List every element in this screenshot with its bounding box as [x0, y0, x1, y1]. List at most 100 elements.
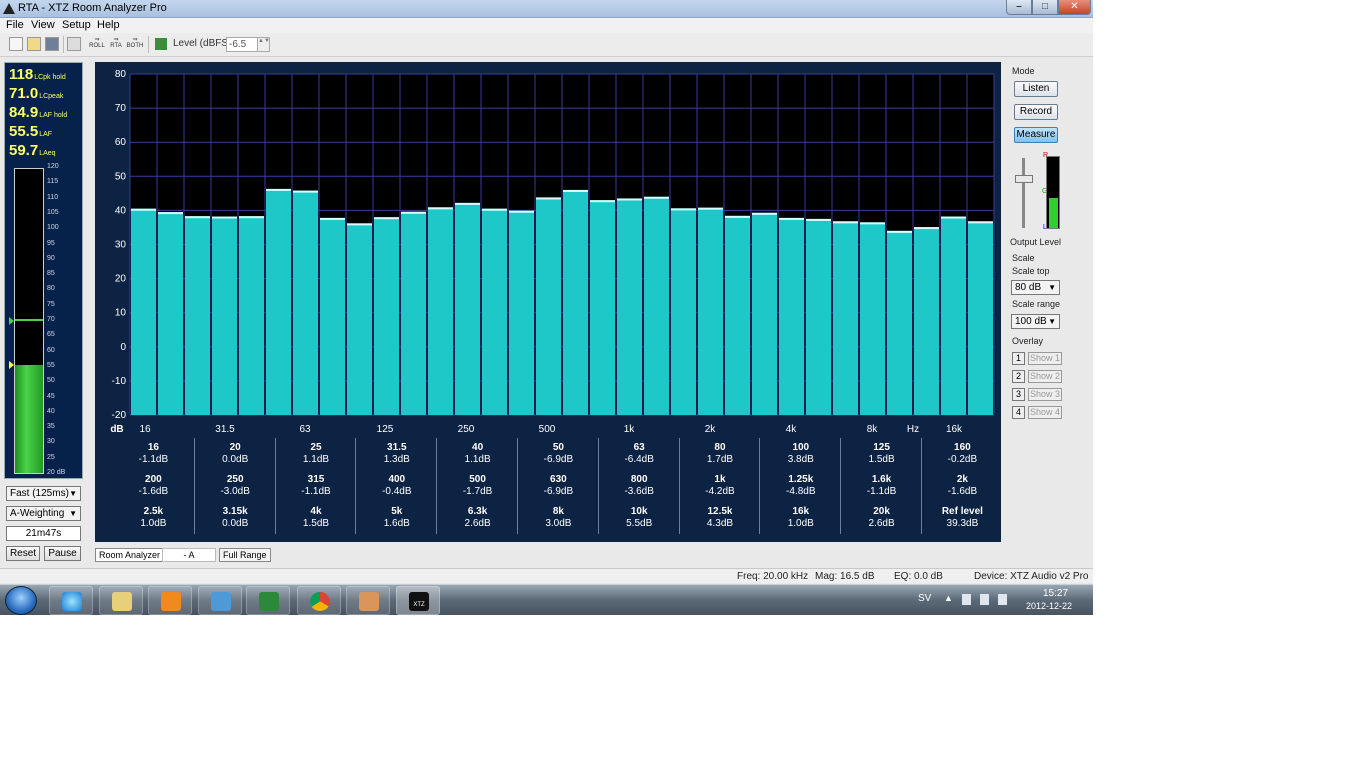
output-level-slider-track[interactable] [1022, 158, 1025, 228]
rta-bar-peak [698, 207, 723, 210]
overlay-3-show[interactable]: Show 3 [1028, 388, 1062, 401]
rta-bar [590, 200, 615, 415]
speed-select[interactable]: Fast (125ms) ▼ [6, 486, 81, 501]
roll-button[interactable]: ⇒ ROLL [88, 36, 106, 49]
band-frequency: 3.15k [222, 506, 248, 517]
lcpk-hold-name: LCpk hold [34, 74, 66, 81]
band-frequency: 400 [388, 474, 406, 485]
weighting-select[interactable]: A-Weighting ▼ [6, 506, 81, 521]
pause-button[interactable]: Pause [44, 546, 81, 561]
photo-viewer-icon [211, 592, 231, 611]
band-column: 160 -0.2dB 2k -1.6dB Ref level 39.3dB [921, 438, 1002, 534]
meter-tick-label: 35 [47, 423, 55, 431]
taskbar-ie[interactable] [49, 586, 93, 615]
tab-full-range[interactable]: Full Range [219, 548, 271, 562]
band-frequency: 5k [391, 506, 403, 517]
menu-file[interactable]: File [6, 19, 24, 31]
network-icon[interactable] [980, 594, 989, 605]
new-file-icon[interactable] [9, 37, 23, 51]
taskbar: XTZ SV ▲ 15:27 2012-12-22 [0, 584, 1093, 615]
title-bar[interactable]: RTA - XTZ Room Analyzer Pro – □ ✕ [0, 0, 1093, 18]
rta-button[interactable]: ⇒ RTA [107, 36, 125, 49]
mode-group-title: Mode [1012, 66, 1035, 76]
taskbar-media-player[interactable] [148, 586, 192, 615]
overlay-1-show[interactable]: Show 1 [1028, 352, 1062, 365]
roll-label: ROLL [89, 43, 105, 49]
overlay-4-button[interactable]: 4 [1012, 406, 1025, 419]
tray-language[interactable]: SV [918, 593, 931, 604]
volume-icon[interactable] [998, 594, 1007, 605]
overlay-4-show[interactable]: Show 4 [1028, 406, 1062, 419]
scale-top-select[interactable]: 80 dB ▼ [1011, 280, 1060, 295]
taskbar-xtz[interactable]: XTZ [396, 586, 440, 615]
band-frequency: 1k [714, 474, 726, 485]
rta-bar [644, 196, 669, 415]
taskbar-app[interactable] [346, 586, 390, 615]
band-value: 0.0dB [222, 518, 249, 529]
tray-time[interactable]: 15:27 [1043, 588, 1068, 599]
band-value-table: 16 -1.1dB 200 -1.6dB 2.5k 1.0dB 20 0.0dB 250 -3.0… [113, 438, 991, 534]
level-input[interactable]: -6.5 [226, 37, 258, 52]
listen-button[interactable]: Listen [1014, 81, 1058, 97]
tray-date[interactable]: 2012-12-22 [1026, 601, 1072, 611]
record-button[interactable]: Record [1014, 104, 1058, 120]
band-value: 2.6dB [464, 518, 491, 529]
tab-room-analyzer[interactable]: Room Analyzer [95, 548, 165, 562]
rta-bar-peak [293, 190, 318, 193]
band-column: 63 -6.4dB 800 -3.6dB 10k 5.5dB [597, 438, 679, 534]
meter-tick-label: 90 [47, 254, 55, 262]
rta-bar [239, 216, 264, 415]
menu-view[interactable]: View [31, 19, 55, 31]
close-button[interactable]: ✕ [1058, 0, 1091, 15]
y-tick-label: 60 [115, 137, 127, 148]
open-folder-icon[interactable] [27, 37, 41, 51]
taskbar-chrome[interactable] [297, 586, 341, 615]
scale-range-select[interactable]: 100 dB ▼ [1011, 314, 1060, 329]
rta-bar-peak [509, 210, 534, 213]
tray-expand-icon[interactable]: ▲ [944, 593, 953, 603]
maximize-button[interactable]: □ [1032, 0, 1058, 15]
measure-button[interactable]: Measure [1014, 127, 1058, 143]
laeq-readout: 59.7LAeq [9, 142, 56, 159]
rta-bar-peak [212, 216, 237, 219]
chrome-icon [310, 592, 330, 611]
y-tick-label: 70 [115, 103, 127, 114]
band-frequency: 630 [550, 474, 567, 485]
band-value: 4.3dB [706, 518, 734, 529]
meter-tick-label: 70 [47, 316, 55, 323]
rta-bar [347, 223, 372, 415]
level-meter-panel: 118LCpk hold 71.0LCpeak 84.9LAF hold 55.… [4, 62, 83, 479]
overlay-1-button[interactable]: 1 [1012, 352, 1025, 365]
menu-help[interactable]: Help [97, 19, 120, 31]
taskbar-explorer[interactable] [99, 586, 143, 615]
band-frequency: 4k [310, 506, 322, 517]
menu-setup[interactable]: Setup [62, 19, 91, 31]
minimize-button[interactable]: – [1006, 0, 1032, 15]
both-button[interactable]: ⇒ BOTH [126, 36, 144, 49]
level-label: Level (dBFS) [173, 38, 232, 49]
overlay-3-button[interactable]: 3 [1012, 388, 1025, 401]
rta-bar [833, 221, 858, 415]
overlay-2-show[interactable]: Show 2 [1028, 370, 1062, 383]
meter-tick-label: 65 [47, 331, 55, 339]
overlay-2-button[interactable]: 2 [1012, 370, 1025, 383]
band-frequency: 80 [714, 442, 726, 453]
meter-tick-label: 80 [47, 285, 55, 293]
band-frequency: Ref level [941, 506, 983, 517]
start-button[interactable] [5, 586, 37, 615]
output-level-slider-thumb[interactable] [1015, 175, 1033, 183]
save-icon[interactable] [45, 37, 59, 51]
tab-weighting[interactable]: - A [162, 548, 216, 562]
level-spinner[interactable]: ▲▼ [257, 37, 270, 52]
rta-bar-peak [779, 217, 804, 220]
taskbar-hp[interactable] [246, 586, 290, 615]
chevron-down-icon: ▼ [69, 509, 77, 518]
output-level-meter-fill [1049, 198, 1058, 228]
battery-icon[interactable] [962, 594, 971, 605]
rta-chart[interactable]: 80 70 60 50 40 30 20 10 0 -10 -20 dB 16 31.5 63 125 250 5… [95, 62, 1001, 438]
print-icon[interactable] [67, 37, 81, 51]
band-frequency: 250 [226, 474, 244, 485]
reset-button[interactable]: Reset [6, 546, 40, 561]
taskbar-photo[interactable] [198, 586, 242, 615]
scale-range-value: 100 dB [1015, 316, 1047, 327]
